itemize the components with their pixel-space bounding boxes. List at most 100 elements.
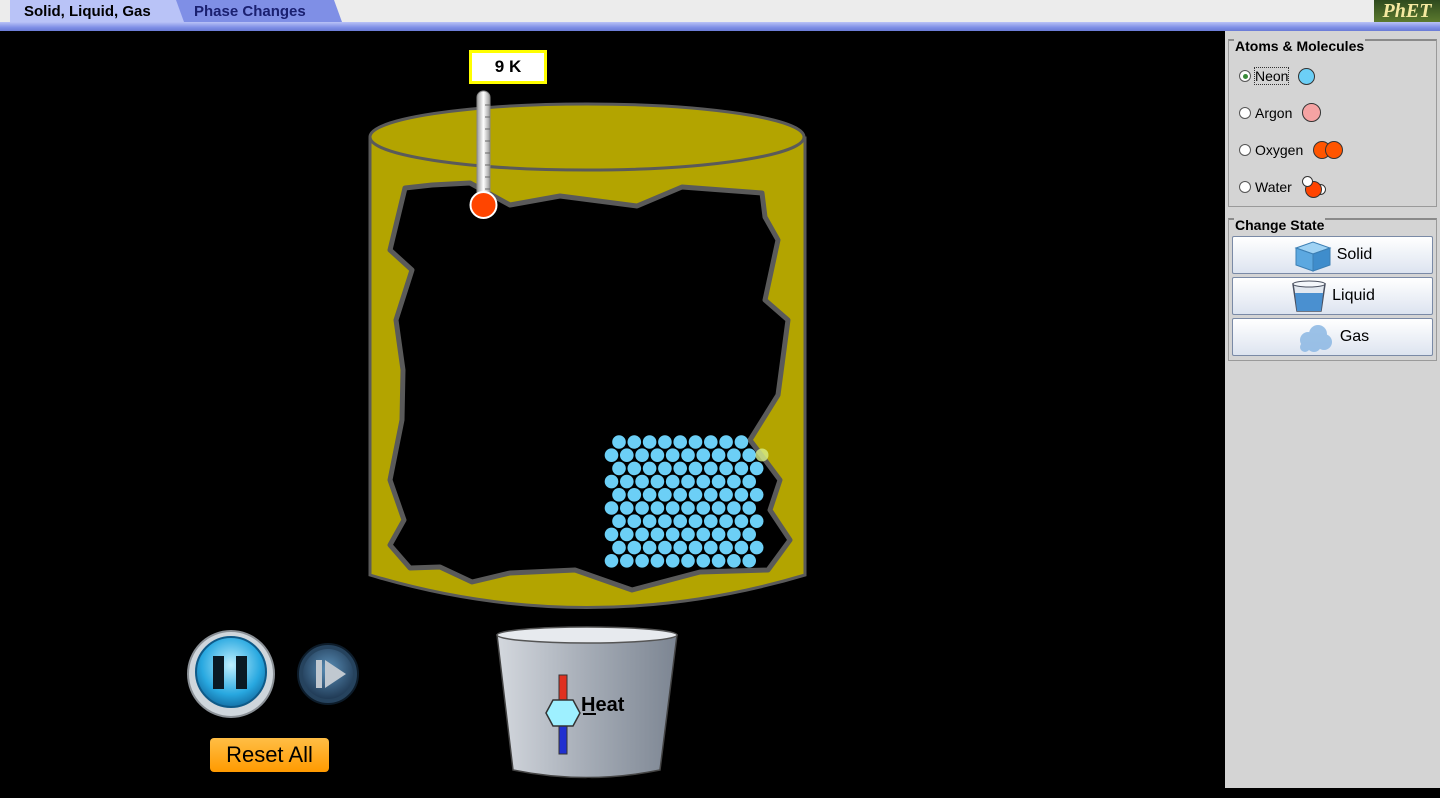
neon-particle bbox=[696, 474, 711, 489]
neon-particle bbox=[642, 435, 657, 449]
neon-particle bbox=[734, 514, 749, 528]
heater-slider-knob[interactable] bbox=[545, 699, 581, 727]
option-water[interactable]: Water bbox=[1239, 176, 1328, 198]
neon-particle bbox=[673, 514, 687, 528]
water-radio[interactable] bbox=[1239, 181, 1251, 193]
neon-particle bbox=[658, 435, 672, 449]
control-panel: Atoms & Molecules Neon Argon Oxygen Wate… bbox=[1225, 31, 1440, 788]
gas-button[interactable]: Gas bbox=[1232, 318, 1433, 356]
neon-particle bbox=[673, 435, 687, 449]
neon-particle bbox=[688, 461, 703, 476]
neon-particle bbox=[665, 554, 680, 568]
cool-label: Cool bbox=[581, 775, 626, 797]
neon-particle bbox=[658, 540, 672, 555]
neon-particle bbox=[604, 554, 619, 568]
neon-particle bbox=[681, 554, 695, 568]
neon-particle bbox=[696, 527, 711, 542]
neon-particle bbox=[658, 514, 672, 528]
oxygen-label[interactable]: Oxygen bbox=[1255, 142, 1303, 158]
neon-particle bbox=[704, 540, 718, 555]
neon-particle bbox=[620, 501, 634, 515]
neon-particle bbox=[742, 554, 756, 568]
atoms-molecules-panel: Atoms & Molecules Neon Argon Oxygen Wate… bbox=[1228, 38, 1437, 207]
neon-particle bbox=[612, 461, 626, 476]
neon-particle bbox=[688, 488, 703, 502]
neon-particle bbox=[704, 461, 718, 476]
neon-particle bbox=[627, 514, 642, 528]
neon-particle bbox=[620, 527, 634, 542]
argon-radio[interactable] bbox=[1239, 107, 1251, 119]
neon-particle bbox=[604, 501, 619, 515]
neon-particle bbox=[696, 554, 711, 568]
neon-particle bbox=[604, 474, 619, 489]
neon-particle bbox=[749, 488, 764, 502]
neon-particle bbox=[627, 435, 642, 449]
neon-particle bbox=[635, 554, 649, 568]
neon-radio[interactable] bbox=[1239, 70, 1251, 82]
neon-particle bbox=[711, 527, 726, 542]
neon-particle bbox=[704, 435, 718, 449]
reset-all-button[interactable]: Reset All bbox=[210, 738, 329, 772]
neon-particle bbox=[734, 461, 749, 476]
pause-button[interactable] bbox=[187, 630, 275, 718]
neon-particle bbox=[742, 501, 756, 515]
tab-bar: Solid, Liquid, Gas Phase Changes PhET bbox=[0, 0, 1440, 22]
liquid-label: Liquid bbox=[1332, 287, 1375, 304]
neon-particle bbox=[627, 540, 642, 555]
neon-particle bbox=[658, 488, 672, 502]
liquid-cup-icon bbox=[1292, 280, 1327, 312]
oxygen-molecule-icon bbox=[1313, 140, 1345, 160]
neon-particle bbox=[650, 474, 665, 489]
liquid-button[interactable]: Liquid bbox=[1232, 277, 1433, 315]
neon-particle bbox=[681, 501, 695, 515]
tab-phase-changes[interactable]: Phase Changes bbox=[176, 0, 342, 22]
tab-solid-liquid-gas[interactable]: Solid, Liquid, Gas bbox=[10, 0, 186, 22]
neon-particle bbox=[665, 448, 680, 463]
neon-particle bbox=[635, 527, 649, 542]
neon-particle bbox=[673, 540, 687, 555]
step-button[interactable] bbox=[297, 643, 359, 705]
simulation-area: Heat Cool bbox=[0, 31, 1225, 797]
ice-cube-icon bbox=[1294, 241, 1332, 272]
argon-label[interactable]: Argon bbox=[1255, 105, 1292, 121]
neon-particle bbox=[612, 488, 626, 502]
neon-particle bbox=[719, 540, 733, 555]
gas-cloud-icon bbox=[1299, 325, 1332, 352]
water-label[interactable]: Water bbox=[1255, 179, 1292, 195]
neon-particle bbox=[620, 474, 634, 489]
neon-particle bbox=[612, 435, 626, 449]
neon-particle bbox=[627, 488, 642, 502]
neon-particle bbox=[719, 461, 733, 476]
water-molecule-icon bbox=[1301, 176, 1328, 198]
neon-particle bbox=[742, 474, 756, 489]
argon-atom-icon bbox=[1302, 103, 1322, 123]
neon-particle bbox=[650, 501, 665, 515]
neon-particle bbox=[711, 554, 726, 568]
neon-particle bbox=[604, 448, 619, 463]
neon-particle bbox=[620, 448, 634, 463]
option-neon[interactable]: Neon bbox=[1239, 66, 1316, 86]
neon-particle bbox=[620, 554, 634, 568]
phet-logo: PhET bbox=[1374, 0, 1440, 22]
neon-particle bbox=[627, 461, 642, 476]
neon-particle bbox=[650, 554, 665, 568]
neon-particle bbox=[704, 514, 718, 528]
neon-particle bbox=[635, 474, 649, 489]
neon-particle bbox=[688, 514, 703, 528]
oxygen-radio[interactable] bbox=[1239, 144, 1251, 156]
neon-particle bbox=[711, 501, 726, 515]
change-state-panel: Change State Solid Liquid Gas bbox=[1228, 217, 1437, 361]
neon-particle bbox=[696, 501, 711, 515]
neon-label[interactable]: Neon bbox=[1253, 67, 1290, 85]
option-argon[interactable]: Argon bbox=[1239, 103, 1322, 123]
neon-particle bbox=[727, 501, 741, 515]
neon-particle bbox=[665, 527, 680, 542]
option-oxygen[interactable]: Oxygen bbox=[1239, 140, 1345, 160]
neon-particle bbox=[727, 554, 741, 568]
solid-button[interactable]: Solid bbox=[1232, 236, 1433, 274]
neon-particle bbox=[665, 501, 680, 515]
neon-particle bbox=[612, 514, 626, 528]
neon-particle bbox=[688, 540, 703, 555]
gas-label: Gas bbox=[1339, 328, 1370, 345]
neon-particle bbox=[734, 488, 749, 502]
